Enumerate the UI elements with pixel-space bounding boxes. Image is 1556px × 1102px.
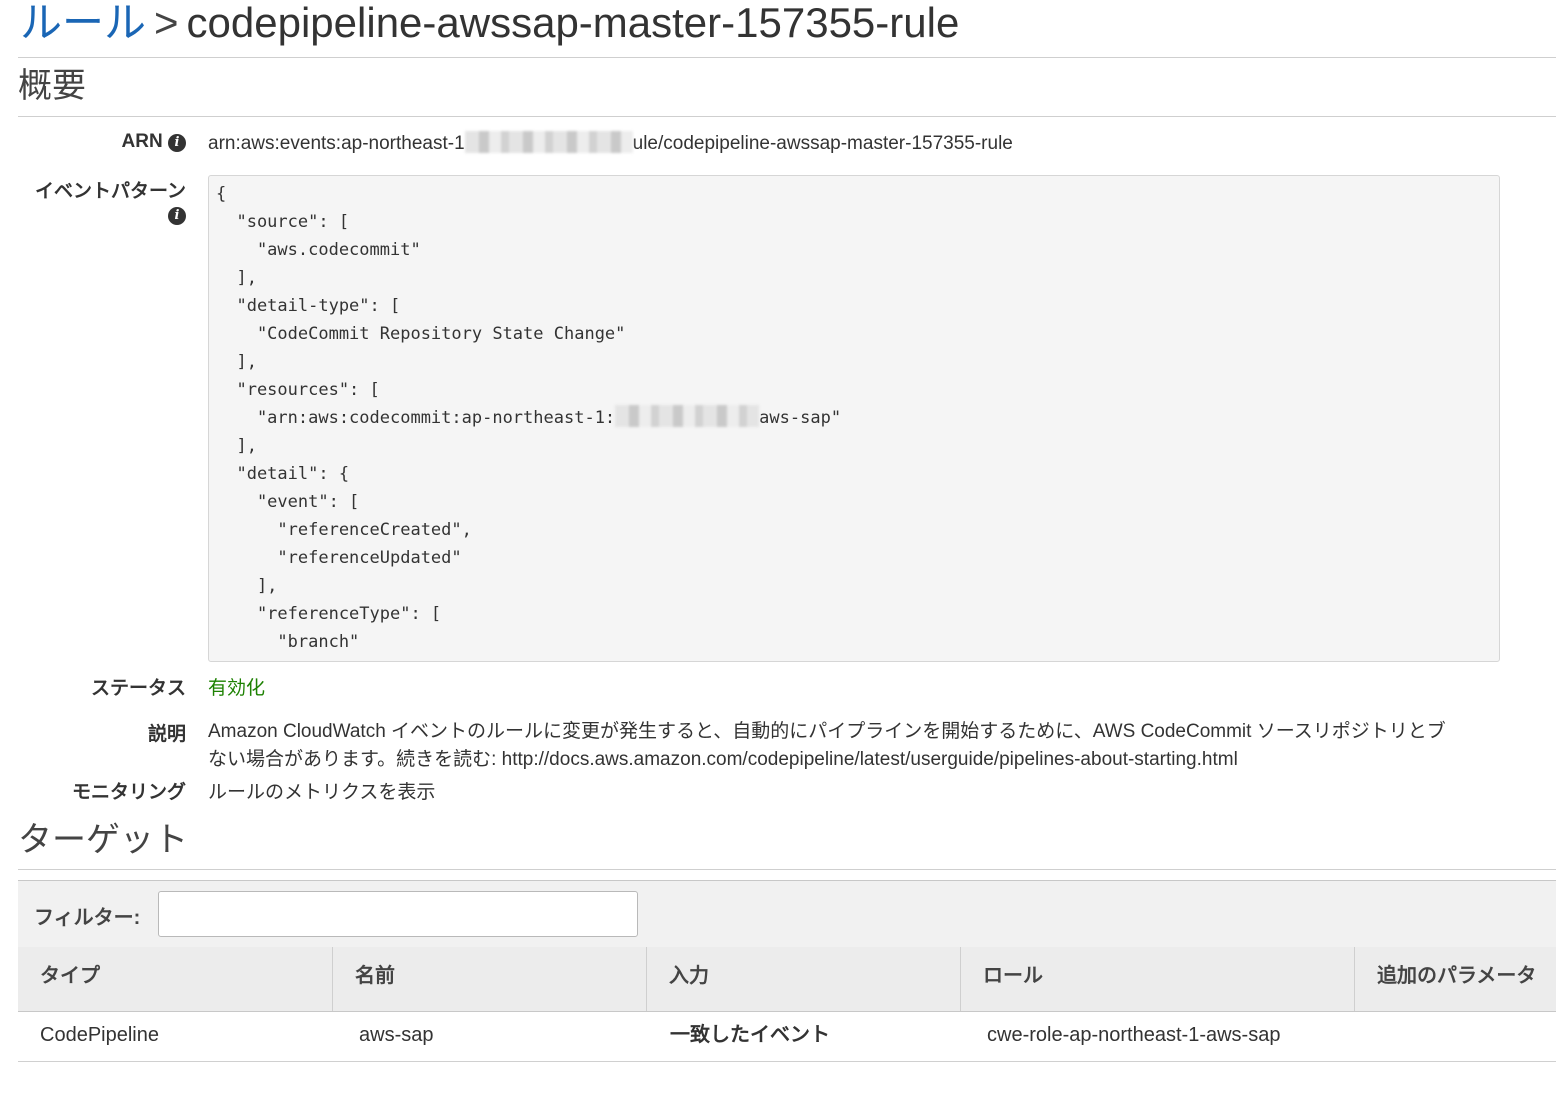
overview-heading: 概要 — [18, 67, 86, 105]
code-line: "detail": { — [216, 464, 350, 484]
code-line: "arn:aws:codecommit:ap-northeast-1: aws-s… — [216, 405, 842, 428]
breadcrumb-separator: > — [154, 0, 179, 46]
targets-table-header: タイプ 名前 入力 ロール 追加のパラメータ — [18, 947, 1556, 1012]
targets-divider — [18, 869, 1556, 870]
target-extra-params-cell — [1359, 1011, 1381, 1061]
code-line: "detail-type": [ — [216, 296, 401, 316]
arn-label: ARN — [121, 131, 163, 152]
target-input-cell: 一致したイベント — [670, 1024, 830, 1046]
code-line: ], — [216, 268, 257, 288]
arn-value-suffix: ule/codepipeline-awssap-master-157355-ru… — [632, 133, 1013, 154]
redacted-account-id — [615, 405, 760, 427]
code-line: "referenceCreated", — [216, 520, 472, 540]
event-pattern-label: イベントパターン — [34, 181, 186, 202]
code-line: ], — [216, 576, 278, 596]
code-line: "referenceType": [ — [216, 604, 442, 624]
column-header-name[interactable]: 名前 — [333, 947, 647, 1011]
code-line: "CodeCommit Repository State Change" — [216, 324, 626, 344]
code-line: "event": [ — [216, 492, 360, 512]
column-header-input[interactable]: 入力 — [647, 947, 961, 1011]
code-line: "aws.codecommit" — [216, 240, 421, 260]
resource-arn-suffix: aws-sap" — [759, 408, 842, 428]
column-header-role[interactable]: ロール — [961, 947, 1355, 1011]
arn-value: arn:aws:events:ap-northeast-1 ule/codepip… — [208, 131, 1013, 155]
event-pattern-code[interactable]: { "source": [ "aws.codecommit" ], "detai… — [208, 175, 1500, 662]
resource-arn-prefix: "arn:aws:codecommit:ap-northeast-1: — [216, 408, 616, 428]
targets-heading: ターゲット — [18, 821, 188, 859]
view-rule-metrics-link[interactable]: ルールのメトリクスを表示 — [208, 777, 435, 804]
code-line: "resources": [ — [216, 380, 380, 400]
page-title: codepipeline-awssap-master-157355-rule — [186, 0, 960, 46]
filter-input[interactable] — [158, 891, 638, 937]
table-row[interactable]: CodePipeline aws-sap 一致したイベント cwe-role-a… — [18, 1011, 1556, 1062]
overview-divider — [18, 116, 1556, 117]
target-name-link[interactable]: aws-sap — [337, 1011, 433, 1061]
arn-label-row: ARN i — [8, 131, 186, 153]
title-divider — [18, 57, 1556, 58]
code-line: ], — [216, 352, 257, 372]
code-line: "referenceUpdated" — [216, 548, 462, 568]
info-icon[interactable]: i — [168, 134, 186, 152]
redacted-account-id — [464, 131, 633, 153]
rules-breadcrumb-link[interactable]: ルール — [20, 0, 146, 46]
status-label: ステータス — [90, 678, 186, 699]
column-header-type[interactable]: タイプ — [18, 947, 333, 1011]
code-line: ], — [216, 436, 257, 456]
code-line: { — [216, 184, 227, 204]
target-role-link[interactable]: cwe-role-ap-northeast-1-aws-sap — [965, 1011, 1280, 1061]
breadcrumb: ルール > codepipeline-awssap-master-157355-ru… — [20, 0, 959, 50]
description-value: Amazon CloudWatch イベントのルールに変更が発生すると、自動的に… — [208, 718, 1556, 774]
status-value: 有効化 — [208, 678, 266, 699]
event-pattern-info: i — [8, 204, 186, 226]
monitoring-label: モニタリング — [71, 782, 186, 803]
description-line: ない場合があります。続きを読む: http://docs.aws.amazon.… — [208, 749, 1238, 770]
code-line: "branch" — [216, 632, 360, 652]
column-header-extra-params[interactable]: 追加のパラメータ — [1355, 947, 1556, 1011]
description-label: 説明 — [147, 724, 186, 745]
code-line: ] — [216, 660, 267, 661]
arn-value-prefix: arn:aws:events:ap-northeast-1 — [208, 133, 465, 154]
filter-label: フィルター: — [34, 907, 141, 929]
code-line: "source": [ — [216, 212, 350, 232]
description-line: Amazon CloudWatch イベントのルールに変更が発生すると、自動的に… — [208, 721, 1446, 742]
filter-bar: フィルター: — [18, 880, 1556, 948]
info-icon[interactable]: i — [168, 207, 186, 225]
target-type-cell: CodePipeline — [40, 1024, 159, 1046]
